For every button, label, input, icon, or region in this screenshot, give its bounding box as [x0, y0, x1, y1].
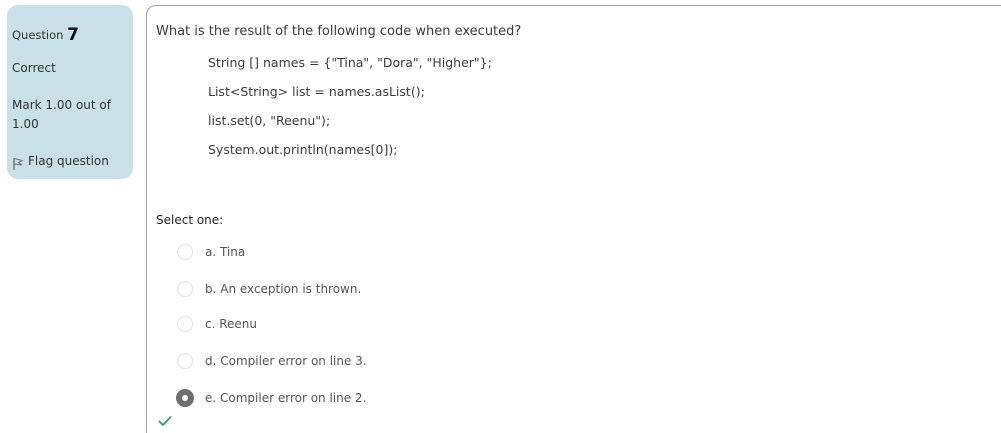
- answer-option-c[interactable]: c. Reenu: [177, 316, 257, 332]
- flag-question-label[interactable]: Flag question: [28, 152, 109, 171]
- answer-option-label[interactable]: c. Reenu: [205, 317, 257, 331]
- question-state: Correct: [12, 61, 56, 75]
- answer-option-label[interactable]: a. Tina: [205, 245, 245, 259]
- code-line: System.out.println(names[0]);: [208, 142, 398, 157]
- answer-option-d[interactable]: d. Compiler error on line 3.: [177, 353, 367, 369]
- radio-button[interactable]: [177, 316, 193, 332]
- question-number-heading: Question 7: [12, 25, 79, 45]
- code-line: List<String> list = names.asList();: [208, 84, 425, 99]
- select-one-prompt: Select one:: [156, 213, 224, 227]
- answer-option-label[interactable]: e. Compiler error on line 2.: [205, 391, 366, 405]
- radio-button-selected[interactable]: [176, 389, 194, 407]
- answer-option-b[interactable]: b. An exception is thrown.: [177, 281, 361, 297]
- quiz-page: Question 7 Correct Mark 1.00 out of 1.00…: [0, 0, 1001, 433]
- checkmark-icon: [158, 412, 172, 426]
- question-grade: Mark 1.00 out of 1.00: [12, 98, 111, 131]
- question-info-panel: Question 7 Correct Mark 1.00 out of 1.00…: [7, 5, 133, 179]
- radio-button[interactable]: [177, 353, 193, 369]
- flag-question-link[interactable]: Flag question: [12, 152, 109, 171]
- answer-option-e[interactable]: e. Compiler error on line 2.: [176, 389, 366, 407]
- radio-button[interactable]: [177, 281, 193, 297]
- question-number: 7: [67, 25, 79, 45]
- code-line: String [] names = {"Tina", "Dora", "High…: [208, 55, 492, 70]
- question-text: What is the result of the following code…: [156, 24, 522, 39]
- answer-option-a[interactable]: a. Tina: [177, 244, 245, 260]
- question-label: Question: [12, 28, 64, 42]
- radio-button[interactable]: [177, 244, 193, 260]
- code-line: list.set(0, "Reenu");: [208, 113, 331, 128]
- flag-icon[interactable]: [12, 157, 24, 171]
- answer-option-label[interactable]: d. Compiler error on line 3.: [205, 354, 367, 368]
- answer-option-label[interactable]: b. An exception is thrown.: [205, 282, 361, 296]
